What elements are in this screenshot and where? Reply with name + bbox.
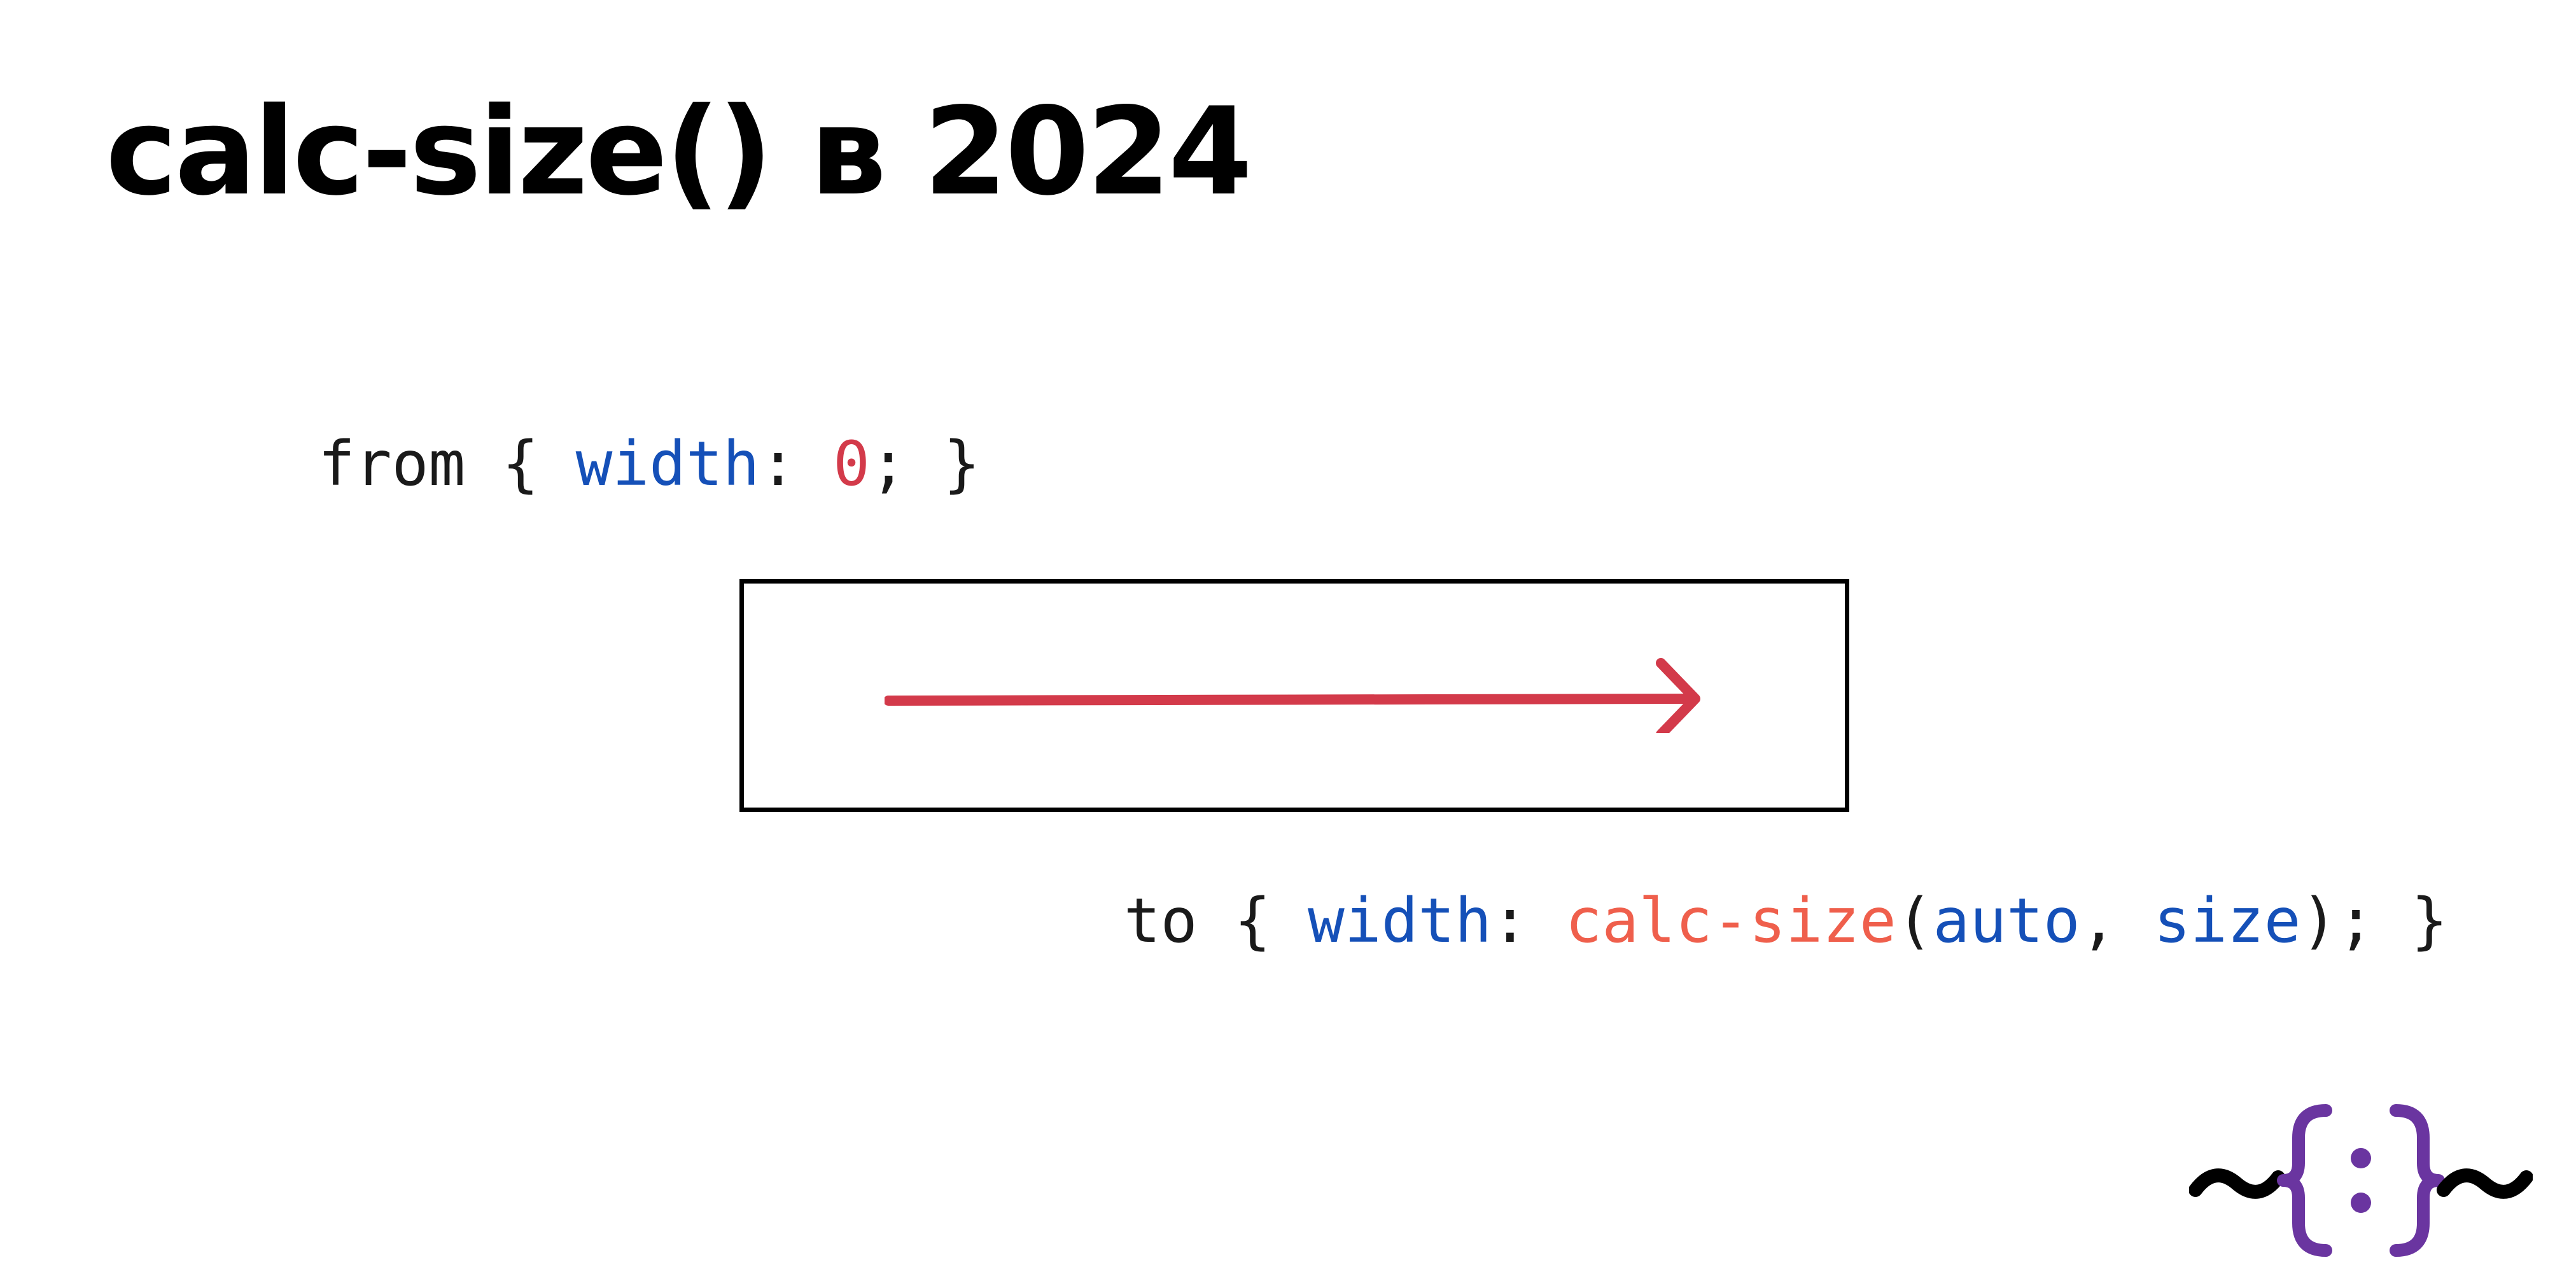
code-function-calc-size: calc-size [1565, 885, 1896, 956]
code-open-brace: { [465, 428, 576, 500]
right-tilde [2437, 1168, 2533, 1199]
code-from-keyframe: from { width: 0; } [318, 428, 980, 501]
left-brace [2277, 1104, 2332, 1257]
code-close: ; } [869, 428, 981, 500]
right-brace [2390, 1104, 2445, 1257]
code-close: ); } [2300, 885, 2448, 956]
curly-brackets-tilde-logo-icon [2189, 1104, 2533, 1257]
code-selector-to: to [1124, 885, 1198, 956]
arrow-shaft [885, 694, 1698, 706]
colon-dot-top [2351, 1148, 2371, 1168]
left-tilde [2189, 1168, 2285, 1199]
code-colon: : [759, 428, 834, 500]
code-to-keyframe: to { width: calc-size(auto, size); } [1124, 885, 2448, 958]
code-arg-auto: auto [1933, 885, 2080, 956]
code-property-width: width [1307, 885, 1492, 956]
code-open-brace: { [1197, 885, 1308, 956]
code-paren-open: ( [1896, 885, 1933, 956]
code-property-width: width [575, 428, 760, 500]
colon-dot-bottom [2351, 1193, 2371, 1213]
code-arg-size: size [2153, 885, 2301, 956]
code-comma: , [2080, 885, 2154, 956]
code-value-zero: 0 [833, 428, 870, 500]
slide-title: calc-size() в 2024 [106, 81, 1252, 222]
code-colon: : [1491, 885, 1565, 956]
code-selector-from: from [318, 428, 466, 500]
arrow-right-icon [885, 658, 1700, 733]
